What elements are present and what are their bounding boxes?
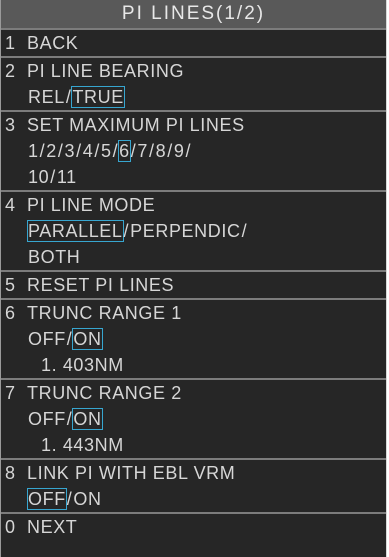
option-on-selected[interactable]: ON — [72, 408, 103, 430]
option-max-8[interactable]: 8 — [155, 141, 168, 161]
option-max-2[interactable]: 2 — [45, 141, 58, 161]
option-on[interactable]: ON — [72, 489, 102, 509]
menu-item-label: TRUNC RANGE 2 — [27, 383, 182, 403]
option-max-5[interactable]: 5 — [100, 141, 113, 161]
menu-item-number: 1 — [5, 33, 16, 53]
menu-item-header: 5 RESET PI LINES — [1, 272, 386, 298]
menu-item-label: LINK PI WITH EBL VRM — [27, 463, 236, 483]
menu-item-label: RESET PI LINES — [27, 275, 175, 295]
mode-options-row-1: PARALLEL/PERPENDIC/ — [1, 218, 386, 244]
option-true-selected[interactable]: TRUE — [71, 86, 125, 108]
option-off[interactable]: OFF — [27, 409, 67, 429]
menu-item-header: 7 TRUNC RANGE 2 — [1, 380, 386, 406]
option-max-11[interactable]: 11 — [56, 167, 78, 187]
option-max-6-selected[interactable]: 6 — [118, 140, 131, 162]
option-max-1[interactable]: 1 — [27, 141, 40, 161]
option-max-7[interactable]: 7 — [136, 141, 149, 161]
option-max-3[interactable]: 3 — [63, 141, 76, 161]
menu-item-trunc-range-2[interactable]: 7 TRUNC RANGE 2 OFF/ON 1. 443NM — [1, 378, 386, 458]
option-parallel-selected[interactable]: PARALLEL — [27, 220, 124, 242]
menu-item-number: 5 — [5, 275, 16, 295]
menu-item-number: 6 — [5, 303, 16, 323]
menu-item-next[interactable]: 0 NEXT — [1, 512, 386, 540]
menu-item-back-row: 1 BACK — [1, 30, 386, 56]
option-on-selected[interactable]: ON — [72, 328, 103, 350]
menu-item-number: 2 — [5, 61, 16, 81]
menu-item-header: 8 LINK PI WITH EBL VRM — [1, 460, 386, 486]
option-both[interactable]: BOTH — [27, 247, 81, 267]
option-off-selected[interactable]: OFF — [27, 488, 67, 510]
menu-item-label: PI LINE MODE — [27, 195, 156, 215]
max-lines-options-row-1: 1/2/3/4/5/6/7/8/9/ — [1, 138, 386, 164]
max-lines-options-row-2: 10/11 — [1, 164, 386, 190]
option-rel[interactable]: REL — [27, 87, 66, 107]
option-perpendic[interactable]: PERPENDIC — [129, 221, 241, 241]
menu-item-set-maximum-pi-lines[interactable]: 3 SET MAXIMUM PI LINES 1/2/3/4/5/6/7/8/9/… — [1, 110, 386, 190]
mode-options-row-2: BOTH — [1, 244, 386, 270]
menu-item-number: 4 — [5, 195, 16, 215]
trunc2-range-value[interactable]: 1. 443NM — [1, 432, 386, 458]
menu-item-number: 8 — [5, 463, 16, 483]
menu-item-pi-line-mode[interactable]: 4 PI LINE MODE PARALLEL/PERPENDIC/ BOTH — [1, 190, 386, 270]
link-options: OFF/ON — [1, 486, 386, 512]
menu-item-label: TRUNC RANGE 1 — [27, 303, 182, 323]
menu-item-reset-pi-lines[interactable]: 5 RESET PI LINES — [1, 270, 386, 298]
menu-item-number: 7 — [5, 383, 16, 403]
menu-item-label: PI LINE BEARING — [27, 61, 185, 81]
option-max-4[interactable]: 4 — [82, 141, 95, 161]
option-off[interactable]: OFF — [27, 329, 67, 349]
option-max-9[interactable]: 9 — [173, 141, 186, 161]
menu-item-trunc-range-1[interactable]: 6 TRUNC RANGE 1 OFF/ON 1. 403NM — [1, 298, 386, 378]
menu-item-link-pi-with-ebl-vrm[interactable]: 8 LINK PI WITH EBL VRM OFF/ON — [1, 458, 386, 512]
menu-item-pi-line-bearing[interactable]: 2 PI LINE BEARING REL/TRUE — [1, 56, 386, 110]
menu-item-header: 2 PI LINE BEARING — [1, 58, 386, 84]
option-max-10[interactable]: 10 — [27, 167, 50, 187]
pi-lines-menu: PI LINES(1/2) 1 BACK 2 PI LINE BEARING REL… — [0, 0, 387, 557]
trunc1-range-value[interactable]: 1. 403NM — [1, 352, 386, 378]
menu-item-header: 0 NEXT — [1, 514, 386, 540]
menu-item-number: 3 — [5, 115, 16, 135]
menu-item-label: NEXT — [27, 517, 78, 537]
menu-item-header: 3 SET MAXIMUM PI LINES — [1, 112, 386, 138]
menu-item-header: 6 TRUNC RANGE 1 — [1, 300, 386, 326]
menu-title: PI LINES(1/2) — [1, 0, 386, 28]
trunc2-options: OFF/ON — [1, 406, 386, 432]
menu-item-number: 0 — [5, 517, 16, 537]
bearing-options: REL/TRUE — [1, 84, 386, 110]
menu-item-label: SET MAXIMUM PI LINES — [27, 115, 245, 135]
trunc1-options: OFF/ON — [1, 326, 386, 352]
option-separator: / — [241, 221, 248, 241]
menu-item-header: 4 PI LINE MODE — [1, 192, 386, 218]
menu-item-back[interactable]: 1 BACK — [1, 28, 386, 56]
menu-item-label: BACK — [27, 33, 79, 53]
option-separator: / — [185, 141, 192, 161]
